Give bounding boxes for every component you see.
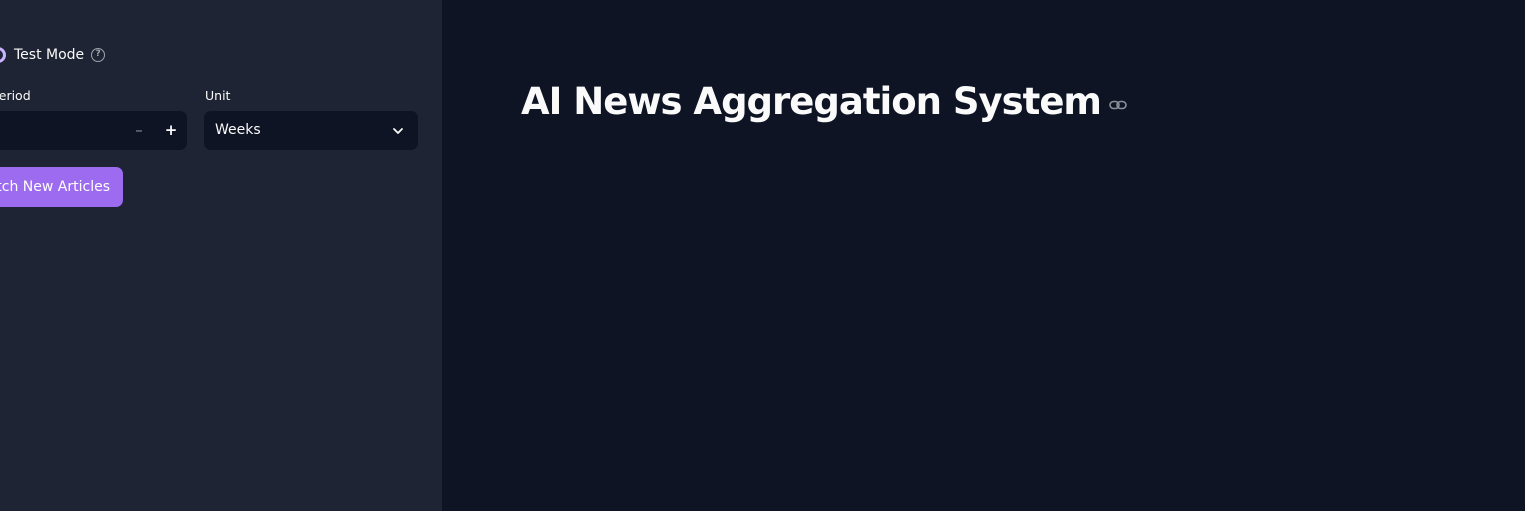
page-title-row: AI News Aggregation System bbox=[521, 80, 1127, 123]
time-period-label: e Period bbox=[0, 88, 31, 103]
sidebar: Test Mode ? e Period Unit – + Weeks etch… bbox=[0, 0, 442, 511]
fetch-new-articles-button[interactable]: etch New Articles bbox=[0, 167, 123, 207]
test-mode-label: Test Mode bbox=[14, 47, 85, 63]
link-icon[interactable] bbox=[1109, 99, 1127, 111]
increment-button[interactable]: + bbox=[155, 111, 187, 150]
test-mode-toggle[interactable]: Test Mode ? bbox=[0, 45, 106, 65]
unit-label: Unit bbox=[205, 88, 231, 103]
unit-select-value: Weeks bbox=[215, 122, 261, 138]
main-content: AI News Aggregation System bbox=[442, 0, 1525, 511]
chevron-down-icon bbox=[393, 128, 403, 134]
toggle-knob[interactable] bbox=[0, 47, 6, 63]
unit-select[interactable]: Weeks bbox=[204, 111, 418, 150]
decrement-button[interactable]: – bbox=[123, 111, 155, 150]
page-title: AI News Aggregation System bbox=[521, 80, 1102, 123]
help-icon[interactable]: ? bbox=[91, 48, 106, 62]
time-period-input[interactable]: – + bbox=[0, 111, 187, 150]
